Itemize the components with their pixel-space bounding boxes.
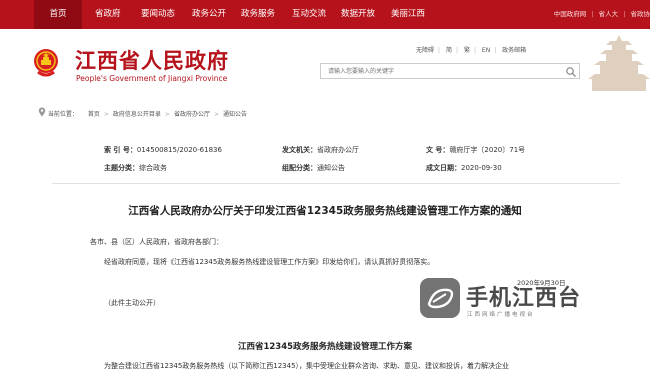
article-title: 江西省人民政府办公厅关于印发江西省12345政务服务热线建设管理工作方案的通知 <box>128 205 522 217</box>
top-links: 中国政府网 | 省人大 | 省政协 <box>553 10 650 18</box>
breadcrumb-catalog[interactable]: 政府信息公开目录 <box>113 111 161 118</box>
nav-item-beautiful-jiangxi[interactable]: 美丽江西 <box>391 0 425 29</box>
location-pin-icon <box>38 107 46 117</box>
link-central-gov[interactable]: 中国政府网 <box>554 10 587 18</box>
nav-item-province-gov[interactable]: 省政府 <box>95 0 121 29</box>
nav-item-home[interactable]: 首页 <box>34 0 82 29</box>
nav-item-gov-services[interactable]: 政务服务 <box>241 0 275 29</box>
divider <box>52 183 620 184</box>
gov-mail-link[interactable]: 政务邮箱 <box>502 47 526 54</box>
simplified-chinese-link[interactable]: 简 <box>446 47 452 54</box>
tv-watermark: 2020年9月30日 手机江西台 江西网络广播电视台 <box>418 270 588 330</box>
national-emblem-icon[interactable] <box>33 48 59 78</box>
jxtv-logo-icon <box>420 278 460 318</box>
site-subtitle: People's Government of Jiangxi Province <box>76 74 228 83</box>
link-provincial-congress[interactable]: 省人大 <box>599 10 619 18</box>
nav-item-gov-affairs[interactable]: 政务公开 <box>192 0 226 29</box>
index-number: 索 引 号：014500815/2020-61836 <box>104 146 222 154</box>
search-box <box>320 63 580 79</box>
nav-item-open-data[interactable]: 数据开放 <box>341 0 375 29</box>
breadcrumb-prefix: 当前位置： <box>47 111 78 118</box>
search-input[interactable] <box>321 64 561 78</box>
watermark-subtitle: 江西网络广播电视台 <box>467 312 535 318</box>
top-nav-bar: 首页 省政府 要闻动态 政务公开 政务服务 互动交流 数据开放 美丽江西 中国政… <box>0 0 650 29</box>
breadcrumb-notices[interactable]: 通知公告 <box>223 111 247 118</box>
watermark-title: 手机江西台 <box>466 286 582 311</box>
breadcrumb-office[interactable]: 省政府办公厅 <box>174 111 210 118</box>
accessibility-link[interactable]: 无障碍 <box>416 47 434 54</box>
search-icon[interactable] <box>565 66 577 78</box>
english-link[interactable]: EN <box>482 47 490 54</box>
nav-item-interaction[interactable]: 互动交流 <box>292 0 326 29</box>
breadcrumb-home[interactable]: 首页 <box>88 111 100 118</box>
breadcrumb: 当前位置： 首页 > 政府信息公开目录 > 省政府办公厅 > 通知公告 <box>38 107 247 118</box>
link-provincial-cppcc[interactable]: 省政协 <box>631 10 650 18</box>
nav-item-news[interactable]: 要闻动态 <box>141 0 175 29</box>
site-title[interactable]: 江西省人民政府 <box>75 45 229 75</box>
salutation: 各市、县（区）人民政府，省政府各部门： <box>90 238 223 246</box>
section-title: 江西省12345政务服务热线建设管理工作方案 <box>237 342 413 352</box>
traditional-chinese-link[interactable]: 繁 <box>464 47 470 54</box>
section-paragraph: 为整合建设江西省12345政务服务热线（以下简称江西12345），集中受理企业群… <box>104 362 510 370</box>
tengwang-pavilion-icon <box>588 35 650 91</box>
document-number: 文 号：赣府厅字〔2020〕71号 <box>426 146 526 154</box>
issuing-authority: 发文机关：省政府办公厅 <box>282 146 359 154</box>
header-tools: 无障碍 | 简 | 繁 | EN | 政务邮箱 <box>416 47 527 54</box>
article-paragraph: 经省政府同意，现将《江西省12345政务服务热线建设管理工作方案》印发给你们，请… <box>104 258 435 266</box>
document-metadata: 索 引 号：014500815/2020-61836 发文机关：省政府办公厅 文… <box>52 136 620 180</box>
written-date: 成文日期：2020-09-30 <box>426 164 502 172</box>
public-release-note: （此件主动公开） <box>104 299 160 307</box>
group-category: 组配分类：通知公告 <box>282 164 345 172</box>
site-header: 江西省人民政府 People's Government of Jiangxi P… <box>0 29 650 96</box>
topic-category: 主题分类：综合政务 <box>104 164 167 172</box>
